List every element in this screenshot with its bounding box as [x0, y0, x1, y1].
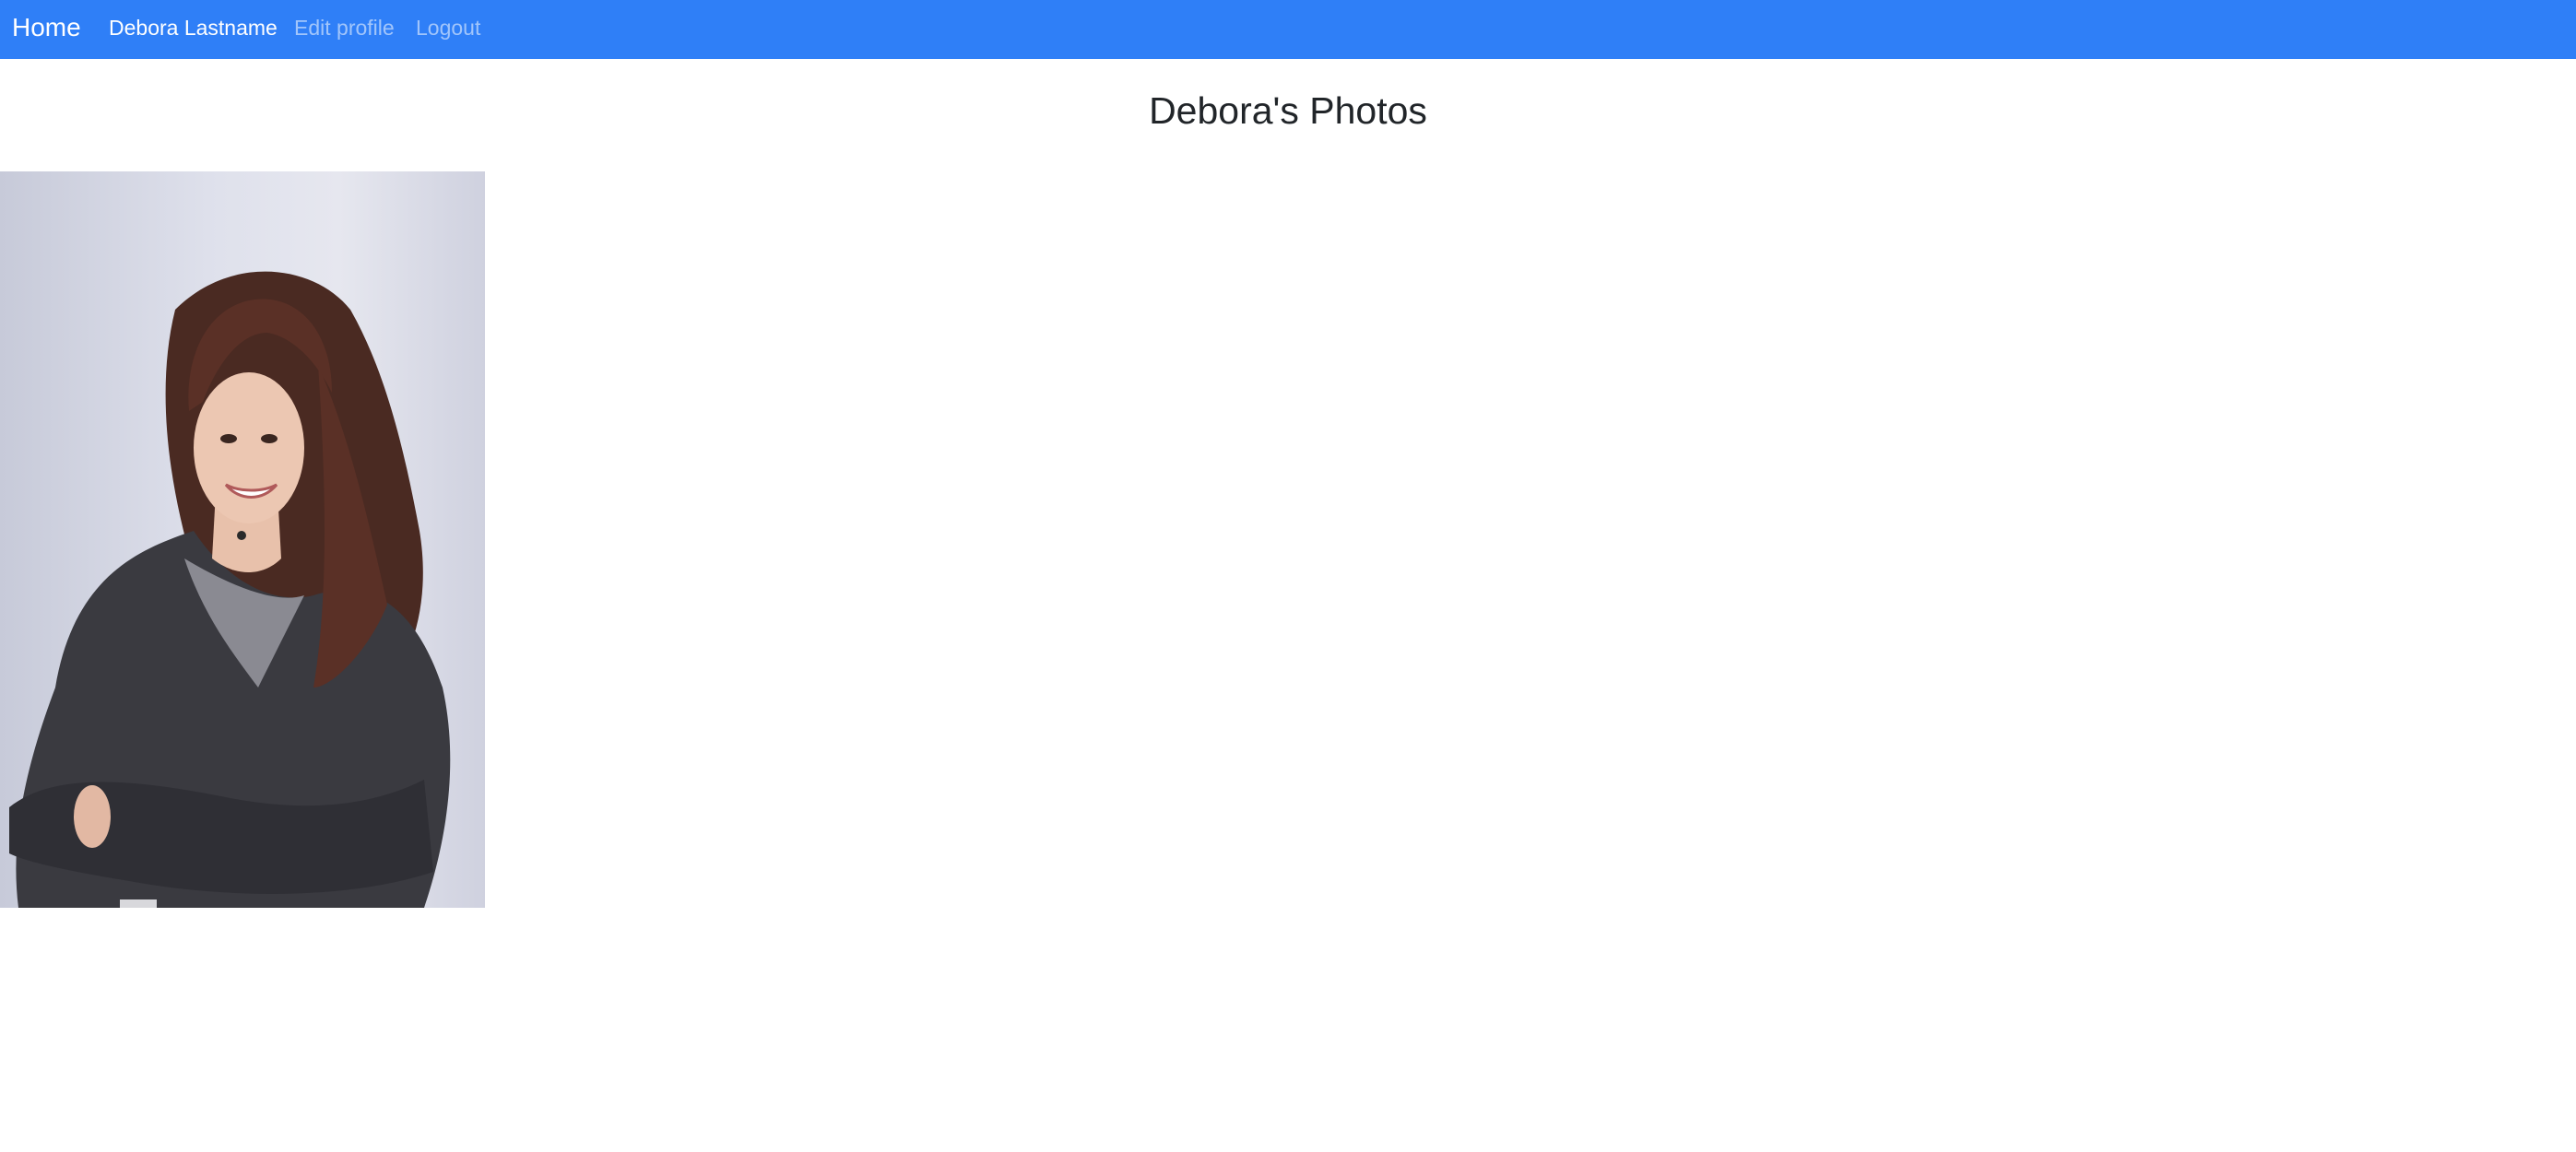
page-title: Debora's Photos [1149, 89, 1427, 132]
top-navbar: Home Debora Lastname Edit profile Logout [0, 0, 2576, 59]
home-link[interactable]: Home [12, 11, 81, 44]
portrait-illustration [9, 271, 451, 908]
nav-logout[interactable]: Logout [416, 14, 480, 41]
nav-edit-profile[interactable]: Edit profile [294, 14, 395, 41]
nav-user-profile[interactable]: Debora Lastname [109, 14, 278, 41]
photo-thumbnail[interactable] [0, 171, 485, 908]
